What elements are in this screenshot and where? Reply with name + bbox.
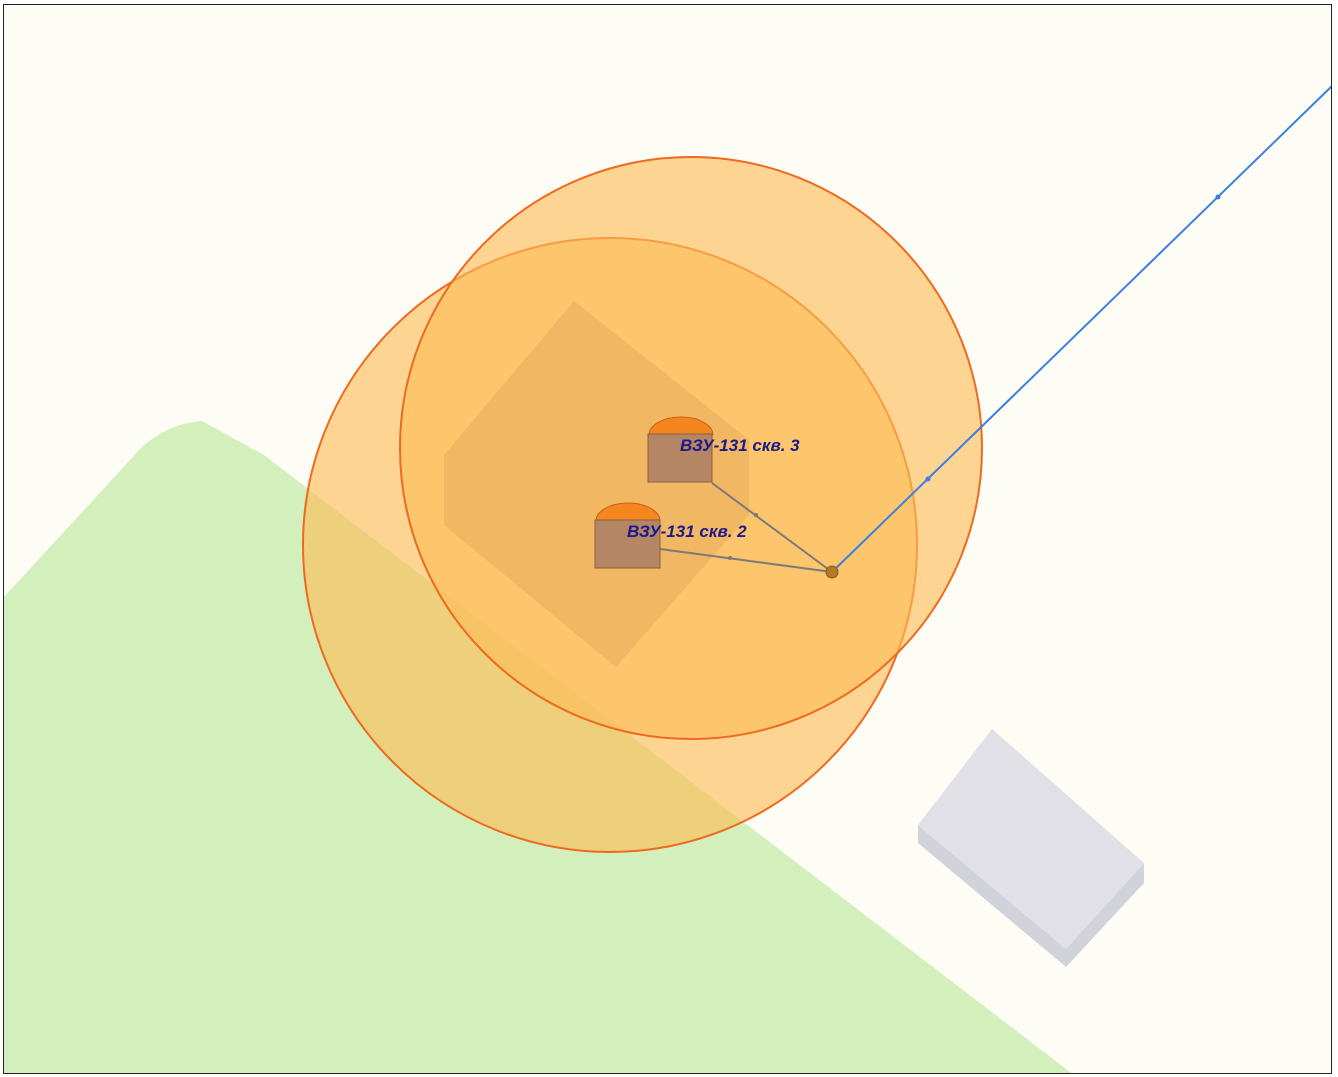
connector-vertex bbox=[754, 513, 758, 517]
pipeline-vertex bbox=[925, 476, 931, 482]
map-view[interactable]: ВЗУ-131 скв. 3 ВЗУ-131 скв. 2 bbox=[3, 4, 1332, 1074]
map-canvas[interactable]: ВЗУ-131 скв. 3 ВЗУ-131 скв. 2 bbox=[4, 5, 1332, 1074]
well-label-skv-2: ВЗУ-131 скв. 2 bbox=[627, 522, 747, 541]
well-label-skv-3: ВЗУ-131 скв. 3 bbox=[680, 436, 800, 455]
pipeline-vertex bbox=[1215, 194, 1221, 200]
connector-vertex bbox=[728, 556, 732, 560]
junction-node[interactable] bbox=[825, 565, 839, 579]
